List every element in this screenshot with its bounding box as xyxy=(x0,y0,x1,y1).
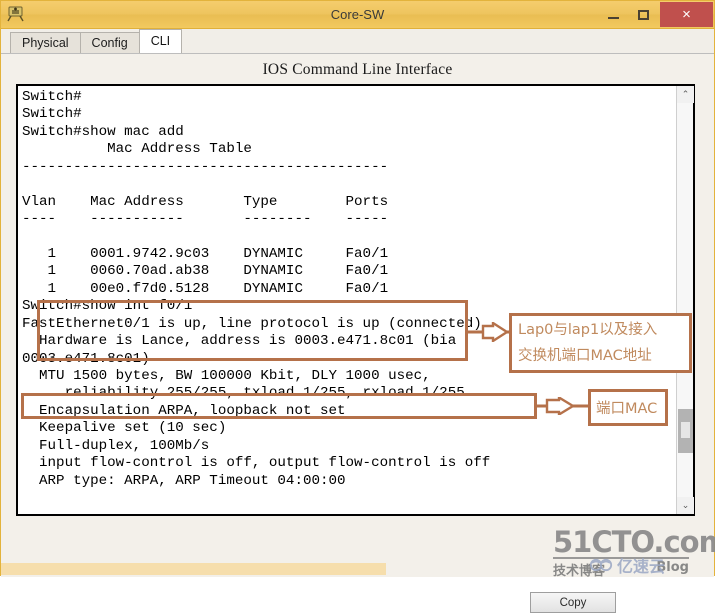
annotation-mac-table: Lap0与lap1以及接入 交换机端口MAC地址 xyxy=(509,313,692,373)
terminal-line: Mac Address Table xyxy=(22,141,252,158)
terminal-container: Switch# Switch# Switch#show mac add Mac Ad… xyxy=(16,84,695,516)
terminal-line: Encapsulation ARPA, loopback not set xyxy=(22,402,346,419)
annotation-mac-line-2: 交换机端口MAC地址 xyxy=(518,348,652,364)
tab-physical[interactable]: Physical xyxy=(10,32,81,53)
tab-cli[interactable]: CLI xyxy=(138,29,183,53)
annotation-port-mac: 端口MAC xyxy=(588,389,668,426)
terminal-scrollbar[interactable]: ⌃ ⌄ xyxy=(676,86,694,514)
bottom-decorative-strip xyxy=(1,563,386,575)
tab-bar: Physical Config CLI xyxy=(1,29,714,54)
terminal-line: Switch# xyxy=(22,89,82,105)
terminal-line: reliability 255/255, txload 1/255, rxloa… xyxy=(22,385,465,402)
close-button[interactable]: × xyxy=(660,2,713,27)
copy-button[interactable]: Copy xyxy=(530,592,616,613)
application-window: Core-SW × Physical Config CLI IOS Comman… xyxy=(0,0,715,613)
maximize-button[interactable] xyxy=(628,2,658,27)
annotation-mac-line-1: Lap0与lap1以及接入 xyxy=(518,322,658,338)
maximize-icon xyxy=(637,9,649,20)
terminal-line: ---- ----------- -------- ----- xyxy=(22,211,389,228)
terminal-line: Keepalive set (10 sec) xyxy=(22,420,227,437)
minimize-button[interactable] xyxy=(598,2,628,27)
cli-panel: IOS Command Line Interface Switch# Switch… xyxy=(1,54,714,613)
scroll-up-icon[interactable]: ⌃ xyxy=(677,86,694,103)
terminal-line: ----------------------------------------… xyxy=(22,158,389,175)
terminal-line: input flow-control is off, output flow-c… xyxy=(22,455,491,472)
title-bar: Core-SW × xyxy=(1,1,714,29)
minimize-icon xyxy=(607,17,619,19)
scroll-down-icon[interactable]: ⌄ xyxy=(677,497,694,514)
terminal-text: Switch# Switch# Switch#show mac add Mac Ad… xyxy=(22,89,676,490)
terminal-line: ARP type: ARPA, ARP Timeout 04:00:00 xyxy=(22,472,346,489)
annotation-port-line-1: 端口MAC xyxy=(596,401,658,417)
scrollbar-track[interactable] xyxy=(677,103,693,497)
terminal-line: Switch#show mac add xyxy=(22,123,184,140)
terminal-line: 1 0001.9742.9c03 DYNAMIC Fa0/1 xyxy=(22,245,389,262)
terminal-output[interactable]: Switch# Switch# Switch#show mac add Mac Ad… xyxy=(18,86,676,514)
terminal-line: Vlan Mac Address Type Ports xyxy=(22,193,389,210)
page-title: IOS Command Line Interface xyxy=(262,61,453,78)
switch-device-icon xyxy=(5,4,27,25)
terminal-line: Switch# xyxy=(22,106,82,123)
terminal-line: Full-duplex, 100Mb/s xyxy=(22,437,210,454)
terminal-line: 1 00e0.f7d0.5128 DYNAMIC Fa0/1 xyxy=(22,280,389,297)
terminal-line: 1 0060.70ad.ab38 DYNAMIC Fa0/1 xyxy=(22,263,389,280)
close-icon: × xyxy=(682,6,691,23)
tab-config[interactable]: Config xyxy=(79,32,140,53)
scrollbar-thumb[interactable] xyxy=(678,409,693,453)
